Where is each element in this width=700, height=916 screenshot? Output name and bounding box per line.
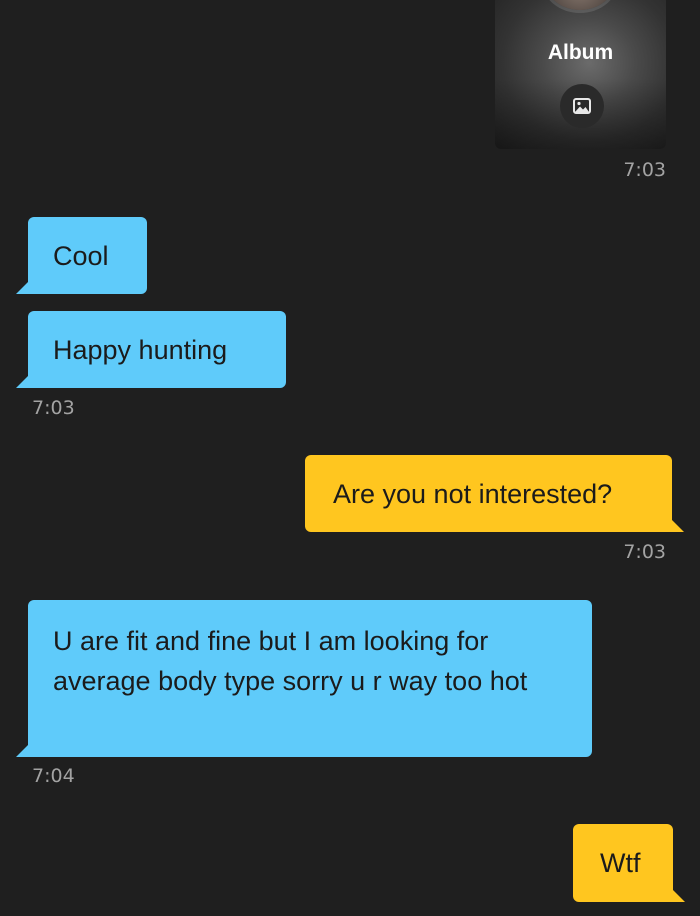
message-timestamp: 7:03 <box>623 159 666 181</box>
message-bubble-incoming[interactable]: Cool <box>16 217 147 294</box>
message-text: Wtf <box>600 848 641 878</box>
album-open-button[interactable] <box>560 84 604 128</box>
chat-thread: Album 7:03 Cool Happy hunting 7:03 Are y… <box>0 0 700 916</box>
message-text: Cool <box>53 241 109 271</box>
message-timestamp: 7:03 <box>623 541 666 563</box>
album-avatar <box>545 0 615 10</box>
message-text: Are you not interested? <box>333 479 613 509</box>
message-text: U are fit and fine but I am looking for … <box>53 626 528 696</box>
message-bubble-incoming[interactable]: U are fit and fine but I am looking for … <box>16 600 592 757</box>
album-label: Album <box>547 41 614 64</box>
message-bubble-outgoing[interactable]: Wtf <box>573 824 685 902</box>
message-text: Happy hunting <box>53 335 228 365</box>
message-timestamp: 7:04 <box>32 765 75 787</box>
message-bubble-incoming[interactable]: Happy hunting <box>16 311 286 388</box>
message-timestamp: 7:03 <box>32 397 75 419</box>
image-icon <box>573 98 591 114</box>
message-bubble-outgoing[interactable]: Are you not interested? <box>305 455 684 532</box>
album-card[interactable]: Album <box>495 0 666 149</box>
